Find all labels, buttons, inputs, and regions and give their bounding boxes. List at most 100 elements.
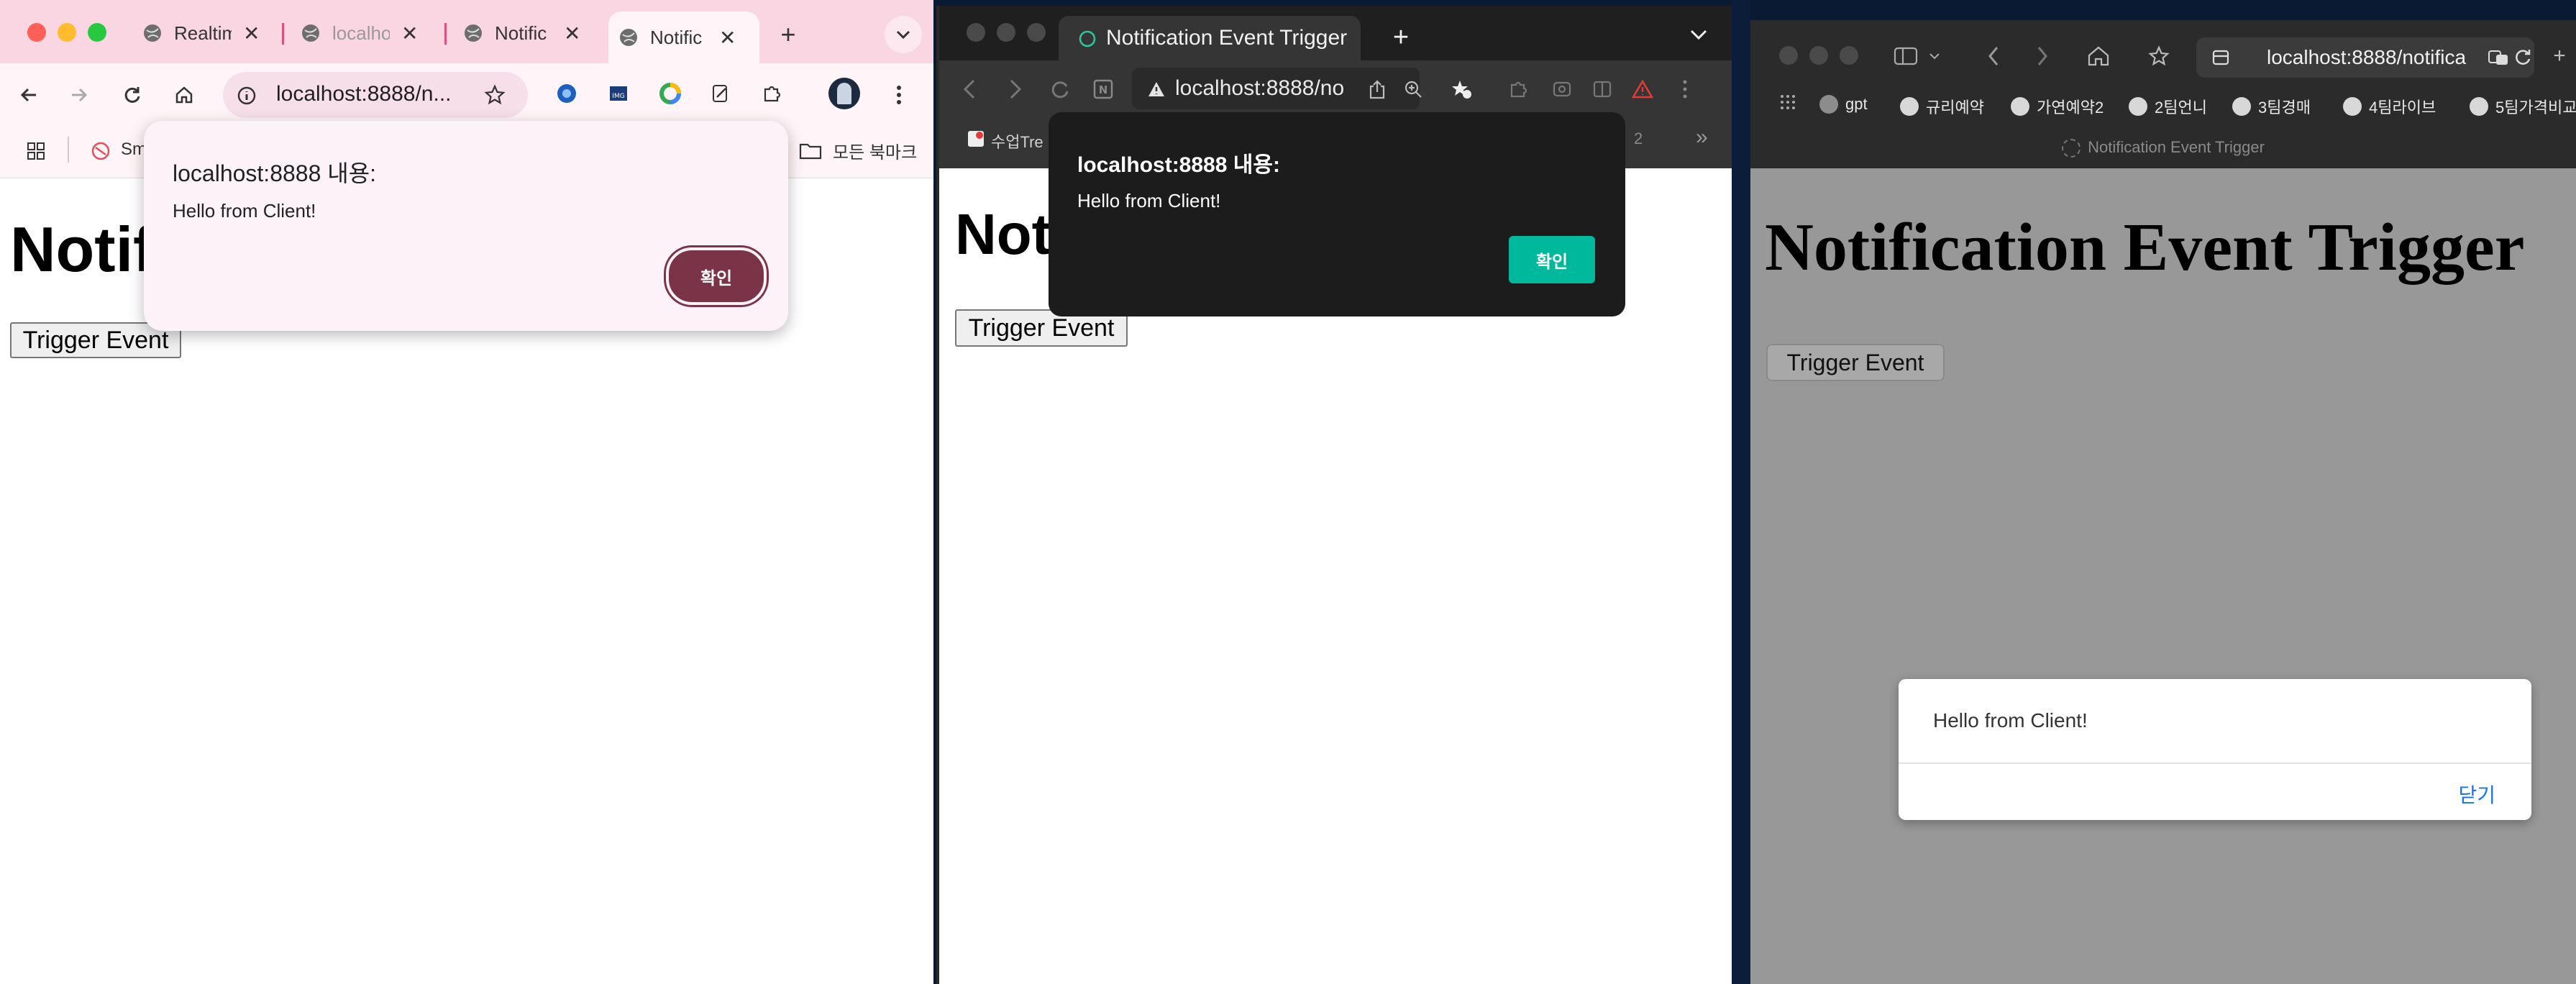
bookmark-item[interactable]: 2 (1634, 129, 1643, 148)
close-window-button[interactable] (967, 23, 985, 42)
url-text[interactable]: localhost:8888/n... (276, 82, 452, 106)
new-tab-button[interactable]: + (774, 19, 803, 49)
bookmark-item[interactable]: 5팀가격비교 (2470, 95, 2576, 118)
folder-icon[interactable] (797, 137, 824, 164)
bookmark-favicon-icon (965, 128, 987, 150)
extension-icon[interactable] (554, 81, 580, 106)
confirm-button[interactable]: 확인 (1509, 236, 1595, 283)
github-icon (2343, 97, 2362, 116)
tab-title: Notific (650, 26, 703, 48)
screenshot-icon[interactable] (1549, 76, 1575, 102)
loading-circle-icon (1076, 27, 1099, 50)
tab-separator (444, 23, 447, 45)
pen-extension-icon[interactable] (708, 81, 734, 106)
github-icon (2129, 97, 2147, 116)
apps-grid-icon[interactable] (22, 137, 50, 165)
sidebar-toggle-icon[interactable] (1891, 42, 1920, 70)
more-menu-icon[interactable] (885, 81, 913, 109)
bookmark-item[interactable]: 규리예약 (1900, 95, 1984, 118)
safari-page-content (1750, 168, 2576, 984)
reload-button[interactable] (118, 81, 147, 109)
chrome-tab-1[interactable]: Realtim ✕ (132, 13, 276, 53)
back-button[interactable] (14, 81, 43, 109)
url-text[interactable]: localhost:8888/notifica (2267, 46, 2466, 69)
forward-button[interactable] (2029, 42, 2055, 70)
trigger-event-button[interactable]: Trigger Event (1766, 344, 1945, 381)
chrome-tab-2[interactable]: localho ✕ (291, 13, 437, 53)
new-tab-button[interactable]: + (2549, 42, 2570, 70)
reload-icon (124, 87, 140, 103)
home-button[interactable] (170, 81, 198, 109)
confirm-button[interactable]: 확인 (666, 247, 767, 305)
arrow-right-icon (72, 88, 88, 102)
more-menu-icon[interactable] (1674, 76, 1696, 102)
bookmark-item[interactable]: 3팀경매 (2232, 95, 2311, 118)
chrome-window: Realtim ✕ localho ✕ Notific ✕ Notific ✕ … (0, 0, 933, 984)
zoom-icon[interactable] (1401, 76, 1425, 102)
zoom-window-button[interactable] (1027, 23, 1046, 42)
notion-icon[interactable]: N (1090, 75, 1116, 104)
close-button[interactable]: 닫기 (2458, 780, 2495, 808)
puzzle-icon[interactable] (1506, 76, 1532, 102)
minimize-window-button[interactable] (997, 23, 1015, 42)
close-tab-icon[interactable]: ✕ (243, 22, 260, 45)
page-heading: Notif (10, 214, 155, 285)
loading-icon (2062, 139, 2081, 158)
close-tab-icon[interactable]: ✕ (564, 22, 580, 45)
profile-avatar[interactable] (828, 78, 860, 109)
close-window-button[interactable] (27, 23, 46, 42)
share-icon[interactable] (1365, 76, 1389, 102)
close-tab-icon[interactable]: ✕ (401, 22, 418, 45)
close-tab-icon[interactable]: ✕ (719, 26, 736, 50)
url-text[interactable]: localhost:8888/no (1175, 76, 1344, 101)
zoom-window-button[interactable] (88, 23, 106, 42)
back-button[interactable] (956, 75, 982, 104)
reload-icon[interactable] (2513, 46, 2534, 69)
home-icon (175, 86, 193, 104)
chrome-tab-active[interactable]: Notific ✕ (608, 12, 759, 63)
bookmark-item[interactable]: Sm (121, 140, 147, 160)
home-button[interactable] (2084, 42, 2113, 70)
dialog-title: localhost:8888 내용: (1077, 153, 1280, 177)
alert-triangle-icon[interactable] (1630, 76, 1655, 102)
new-tab-button[interactable]: + (1387, 22, 1415, 53)
bookmark-star-icon[interactable] (2145, 42, 2173, 70)
dialog-message: Hello from Client! (1077, 190, 1221, 211)
star-extension-icon[interactable] (1447, 76, 1476, 102)
reload-button[interactable] (1047, 75, 1073, 104)
apps-grid-icon[interactable] (1776, 91, 1799, 114)
site-info-icon[interactable] (234, 83, 259, 108)
bookmark-item[interactable]: 가연예약2 (2011, 95, 2104, 118)
image-extension-icon[interactable]: IMG (606, 81, 631, 106)
tab-list-button[interactable] (1684, 20, 1713, 49)
bookmark-item[interactable]: 4팀라이브 (2343, 95, 2436, 118)
zoom-window-button[interactable] (1840, 46, 1858, 65)
bookmark-star-icon[interactable] (480, 81, 509, 109)
chevron-down-icon[interactable] (1927, 45, 1942, 68)
globe-icon (618, 27, 639, 47)
warning-triangle-icon[interactable] (1145, 78, 1168, 101)
puzzle-icon[interactable] (759, 81, 785, 106)
minimize-window-button[interactable] (58, 23, 76, 42)
globe-icon (463, 23, 483, 43)
arrow-left-icon (20, 88, 36, 102)
colorful-extension-icon[interactable] (657, 81, 683, 106)
chevron-right-icon (2037, 47, 2047, 65)
sidebar-icon[interactable] (1589, 76, 1615, 102)
close-window-button[interactable] (1779, 46, 1798, 65)
back-button[interactable] (1981, 42, 2006, 70)
bookmark-item[interactable]: 2팀언니 (2129, 95, 2207, 118)
minimize-window-button[interactable] (1809, 46, 1828, 65)
all-bookmarks-link[interactable]: 모든 북마크 (833, 138, 917, 163)
alert-dialog: Hello from Client! 닫기 (1899, 679, 2531, 820)
translate-icon[interactable] (2487, 46, 2510, 69)
forward-button[interactable] (1002, 75, 1028, 104)
chrome-tab-3[interactable]: Notific ✕ (453, 13, 597, 53)
github-icon (2470, 97, 2488, 116)
bookmark-item[interactable]: gpt (1819, 95, 1868, 114)
more-bookmarks-button[interactable]: » (1696, 125, 1708, 150)
tab-search-button[interactable] (885, 16, 922, 53)
page-settings-icon[interactable] (2209, 46, 2232, 69)
forward-button[interactable] (65, 81, 93, 109)
bookmark-item[interactable]: 수업Tre (991, 129, 1043, 152)
